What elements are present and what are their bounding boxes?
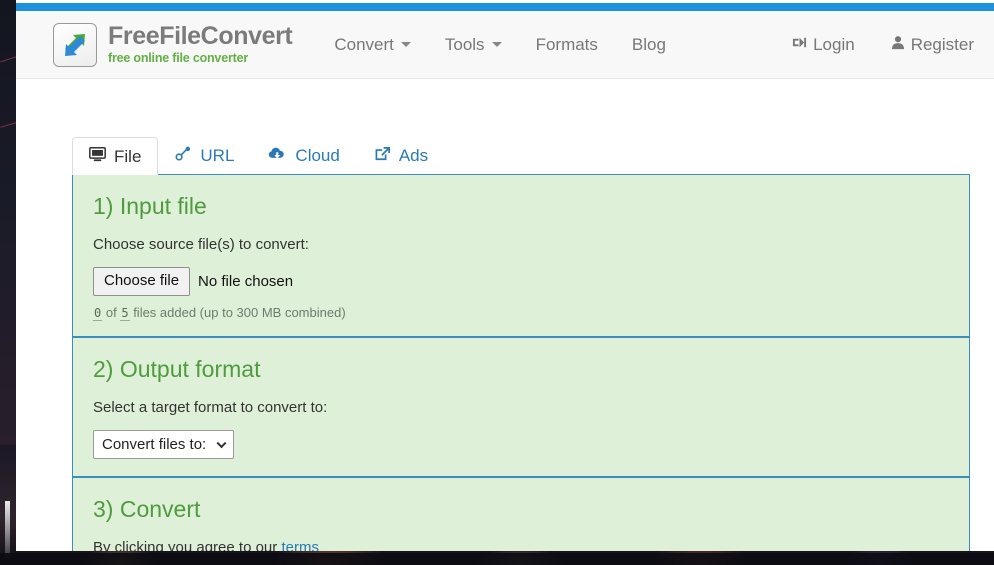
main-navigation: Convert Tools Formats Blog bbox=[334, 35, 666, 55]
tab-cloud-label: Cloud bbox=[295, 145, 340, 165]
desktop-monitor-icon bbox=[89, 147, 106, 165]
user-icon bbox=[891, 35, 905, 55]
tab-url[interactable]: URL bbox=[158, 136, 251, 174]
wallpaper-tower bbox=[5, 501, 10, 559]
nav-item-tools-label: Tools bbox=[444, 34, 485, 54]
register-label: Register bbox=[910, 34, 974, 54]
tab-file[interactable]: File bbox=[72, 137, 159, 175]
section-input-file: 1) Input file Choose source file(s) to c… bbox=[73, 175, 969, 336]
terms-link[interactable]: terms bbox=[281, 539, 319, 552]
chevron-down-icon bbox=[400, 42, 411, 47]
register-button[interactable]: Register bbox=[891, 35, 974, 55]
file-count-max: 5 bbox=[120, 305, 130, 321]
section-output-title: 2) Output format bbox=[93, 355, 261, 382]
brand-tagline: free online file converter bbox=[108, 51, 248, 66]
section-input-title: 1) Input file bbox=[93, 193, 207, 219]
section-convert-title: 3) Convert bbox=[93, 495, 201, 522]
section-output-label: Select a target format to convert to: bbox=[93, 398, 328, 416]
tab-cloud[interactable]: Cloud bbox=[251, 136, 356, 174]
top-accent-bar bbox=[16, 3, 994, 11]
choose-file-button[interactable]: Choose file bbox=[93, 267, 191, 296]
brand-text: FreeFileConvert free online file convert… bbox=[108, 22, 293, 66]
two-arrows-convert-icon bbox=[53, 22, 97, 67]
file-count-status: 0 of 5 files added (up to 300 MB combine… bbox=[93, 304, 949, 321]
source-tabs: File URL Cloud Ads bbox=[72, 132, 986, 175]
brand-logo[interactable]: FreeFileConvert free online file convert… bbox=[53, 22, 293, 67]
converter-panel: 1) Input file Choose source file(s) to c… bbox=[72, 174, 970, 551]
page-body: File URL Cloud Ads 1) Input file Choose … bbox=[16, 132, 994, 551]
link-chain-icon bbox=[175, 146, 192, 164]
nav-item-tools[interactable]: Tools bbox=[445, 35, 502, 55]
nav-item-formats-label: Formats bbox=[535, 34, 598, 54]
external-link-icon bbox=[374, 146, 391, 164]
nav-item-convert-label: Convert bbox=[334, 34, 394, 54]
tab-file-label: File bbox=[114, 146, 142, 166]
section-convert: 3) Convert By clicking you agree to our … bbox=[73, 475, 969, 552]
nav-item-formats[interactable]: Formats bbox=[536, 35, 598, 55]
file-chosen-status: No file chosen bbox=[198, 272, 294, 290]
browser-window: FreeFileConvert free online file convert… bbox=[16, 0, 994, 551]
nav-item-convert[interactable]: Convert bbox=[334, 35, 411, 55]
terms-agreement-text: By clicking you agree to our terms bbox=[93, 539, 949, 552]
output-format-select-wrap: Convert files to: bbox=[93, 429, 234, 459]
tab-url-label: URL bbox=[200, 145, 235, 165]
site-header: FreeFileConvert free online file convert… bbox=[16, 11, 994, 79]
output-format-select[interactable]: Convert files to: bbox=[93, 429, 234, 459]
brand-name: FreeFileConvert bbox=[108, 22, 293, 51]
tab-ads[interactable]: Ads bbox=[357, 136, 445, 174]
nav-item-blog[interactable]: Blog bbox=[632, 35, 666, 55]
section-output-format: 2) Output format Select a target format … bbox=[73, 335, 969, 476]
file-count-suffix: files added (up to 300 MB combined) bbox=[133, 304, 346, 320]
file-count-current: 0 bbox=[93, 305, 103, 321]
chevron-down-icon bbox=[491, 42, 502, 47]
tab-ads-label: Ads bbox=[398, 145, 429, 165]
cloud-download-icon bbox=[268, 146, 287, 164]
login-button[interactable]: Login bbox=[792, 35, 855, 55]
section-input-label: Choose source file(s) to convert: bbox=[93, 236, 309, 253]
account-navigation: Login Register bbox=[792, 35, 974, 55]
login-label: Login bbox=[813, 34, 855, 54]
desktop-taskbar[interactable] bbox=[0, 553, 994, 565]
terms-prefix: By clicking you agree to our bbox=[93, 538, 282, 552]
file-count-of: of bbox=[105, 304, 117, 320]
nav-item-blog-label: Blog bbox=[631, 34, 666, 54]
file-input-row: Choose file No file chosen bbox=[93, 267, 949, 296]
sign-in-icon bbox=[792, 35, 807, 55]
